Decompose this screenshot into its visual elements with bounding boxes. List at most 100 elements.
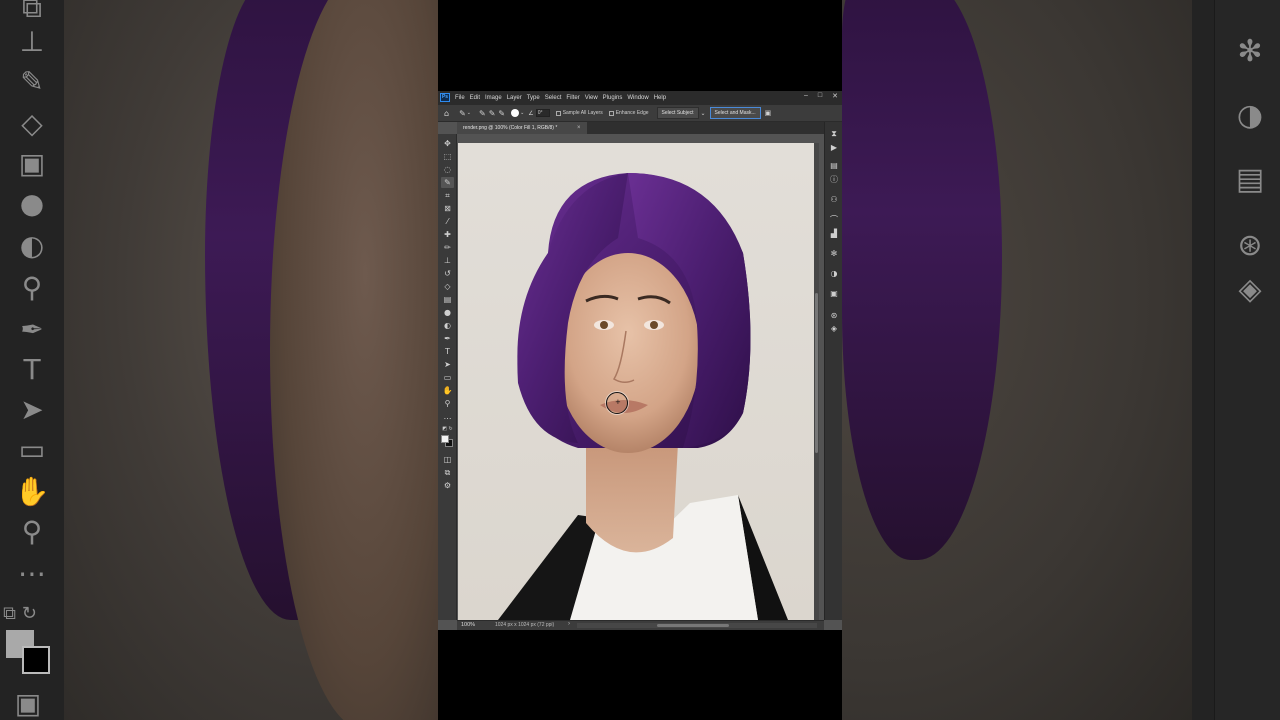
layer-comps-icon[interactable]: ▣ [828,288,840,299]
brush-preview-icon[interactable] [511,109,520,117]
zoom-tool-icon[interactable]: ⚲ [441,398,454,409]
bg-libraries-icon: ▤ [1235,162,1265,197]
dodge-tool-icon[interactable]: ◐ [441,320,454,331]
subtract-selection-icon[interactable]: ✎ [498,109,505,118]
foreground-color-swatch[interactable] [441,435,449,443]
channels-panel-icon[interactable]: ⊛ [828,310,840,321]
menu-view[interactable]: View [585,95,598,101]
minimize-icon[interactable]: – [804,92,808,100]
menu-filter[interactable]: Filter [566,95,579,101]
menu-type[interactable]: Type [527,95,540,101]
tool-preset-icon[interactable]: ✎ [459,109,466,118]
crop-tool-icon[interactable]: ⌗ [441,190,454,201]
maximize-icon[interactable]: □ [818,92,822,100]
history-brush-tool-icon[interactable]: ↺ [441,268,454,279]
quick-selection-tool-icon[interactable]: ✎ [441,177,454,188]
eyedropper-tool-icon[interactable]: ⁄ [441,216,454,227]
enhance-edge-checkbox[interactable] [608,110,614,116]
histogram-panel-icon[interactable]: ▟ [828,228,840,239]
libraries-panel-icon[interactable]: ▤ [828,160,840,171]
paths-panel-icon[interactable]: ⌒ [828,214,840,225]
blur-tool-icon[interactable]: ● [441,307,454,318]
history-panel-icon[interactable]: ⧗ [828,128,840,139]
menu-file[interactable]: File [455,95,465,101]
bg-channels-icon: ⊛ [1237,228,1263,263]
more-tools-icon[interactable]: ⋯ [441,413,454,424]
home-icon[interactable]: ⌂ [444,109,449,118]
video-frame: Ps File Edit Image Layer Type Select Fil… [438,0,842,720]
move-tool-icon[interactable]: ✥ [441,138,454,149]
properties-panel-icon[interactable]: ◑ [828,268,840,279]
menu-help[interactable]: Help [654,95,666,101]
select-subject-chevron-icon[interactable]: ⌄ [701,110,706,117]
select-and-mask-button[interactable]: Select and Mask... [709,107,761,119]
right-panel-dock: ⧗ ▶ ▤ ⓘ ⚇ ⌒ ▟ ✻ ◑ ▣ ⊛ ◈ [824,122,842,620]
angle-field[interactable]: 0° [535,109,550,117]
quick-mask-icon[interactable]: ◫ [441,454,454,465]
document-tab-title: render.png @ 100% (Color Fill 1, RGB/8) … [463,125,558,131]
bg-crop-icon: ⧉ [22,0,42,24]
select-subject-button[interactable]: Select Subject [656,107,699,119]
screen-mode-icon[interactable]: ⧉ [441,467,454,478]
tools-panel: ✥ ⬚ ◌ ✎ ⌗ ⊠ ⁄ ✚ ✏ ⊥ ↺ ◇ ▤ ● ◐ ✒ T ➤ ▭ ✋ … [438,134,457,620]
lasso-tool-icon[interactable]: ◌ [441,164,454,175]
canvas-area: + [457,134,819,620]
add-selection-icon[interactable]: ✎ [489,109,496,118]
brush-chevron-icon[interactable]: ⌄ [520,110,524,116]
bg-path-select-icon: ➤ [20,393,44,426]
gradient-tool-icon[interactable]: ▤ [441,294,454,305]
zoom-level[interactable]: 100% [461,622,475,628]
layers-panel-icon[interactable]: ◈ [828,323,840,334]
bg-blur-icon: ● [19,187,45,220]
document-info: 1024 px x 1024 px (72 ppi) [495,622,555,628]
actions-play-icon[interactable]: ▶ [828,142,840,153]
menu-layer[interactable]: Layer [507,95,522,101]
vertical-scrollbar[interactable] [814,143,819,620]
document-canvas[interactable]: + [458,143,814,620]
background-panel-right-inner: ✻ ◑ ▤ ⊛ ◈ [1214,0,1280,720]
eraser-tool-icon[interactable]: ◇ [441,281,454,292]
rectangle-tool-icon[interactable]: ▭ [441,372,454,383]
brush-cursor: + [606,392,628,414]
horizontal-scroll-thumb[interactable] [657,624,729,627]
menu-window[interactable]: Window [627,95,648,101]
brush-tool-icon[interactable]: ✏ [441,242,454,253]
adjustments-panel-icon[interactable]: ✻ [828,248,840,259]
character-panel-icon[interactable]: ⚇ [828,194,840,205]
horizontal-scrollbar[interactable] [577,623,817,628]
bg-gradient-icon: ▣ [18,147,46,180]
menu-bar: Ps File Edit Image Layer Type Select Fil… [438,91,842,104]
pen-tool-icon[interactable]: ✒ [441,333,454,344]
bg-rectangle-icon: ▭ [18,433,46,466]
document-tab[interactable]: render.png @ 100% (Color Fill 1, RGB/8) … [457,122,587,134]
menu-plugins[interactable]: Plugins [603,95,623,101]
background-toolbar-left: ⧉ ⊥ ✎ ◇ ▣ ● ◐ ⚲ ✒ T ➤ ▭ ✋ ⚲ ⋯ ⧉ ↻ ▣ [0,0,64,720]
tab-close-icon[interactable]: × [577,122,581,134]
workspace-icon[interactable]: ▣ [765,109,772,117]
menu-select[interactable]: Select [545,95,562,101]
close-icon[interactable]: ✕ [832,92,838,100]
default-colors-icon[interactable]: ◩ ↻ [441,424,454,435]
chevron-down-icon[interactable]: ⌄ [467,110,471,116]
hand-tool-icon[interactable]: ✋ [441,385,454,396]
frame-tool-icon[interactable]: ⊠ [441,203,454,214]
menu-image[interactable]: Image [485,95,502,101]
menu-edit[interactable]: Edit [470,95,480,101]
new-selection-icon[interactable]: ✎ [479,109,486,118]
path-selection-tool-icon[interactable]: ➤ [441,359,454,370]
marquee-tool-icon[interactable]: ⬚ [441,151,454,162]
bg-pen-icon: ✒ [20,313,44,346]
edit-toolbar-icon[interactable]: ⚙ [441,480,454,491]
bg-mask-icon: ▣ [14,687,42,720]
vertical-scroll-thumb[interactable] [815,293,818,453]
type-tool-icon[interactable]: T [441,346,454,357]
sample-all-layers-checkbox[interactable] [555,110,561,116]
info-panel-icon[interactable]: ⓘ [828,174,840,185]
healing-tool-icon[interactable]: ✚ [441,229,454,240]
chevron-right-icon[interactable]: › [568,621,570,627]
document-tabs: render.png @ 100% (Color Fill 1, RGB/8) … [457,122,825,134]
clone-stamp-tool-icon[interactable]: ⊥ [441,255,454,266]
bg-adjust-icon: ✻ [1237,34,1263,69]
bg-history-brush-icon: ✎ [20,65,44,98]
bg-swap-icon: ⧉ ↻ [3,603,37,624]
